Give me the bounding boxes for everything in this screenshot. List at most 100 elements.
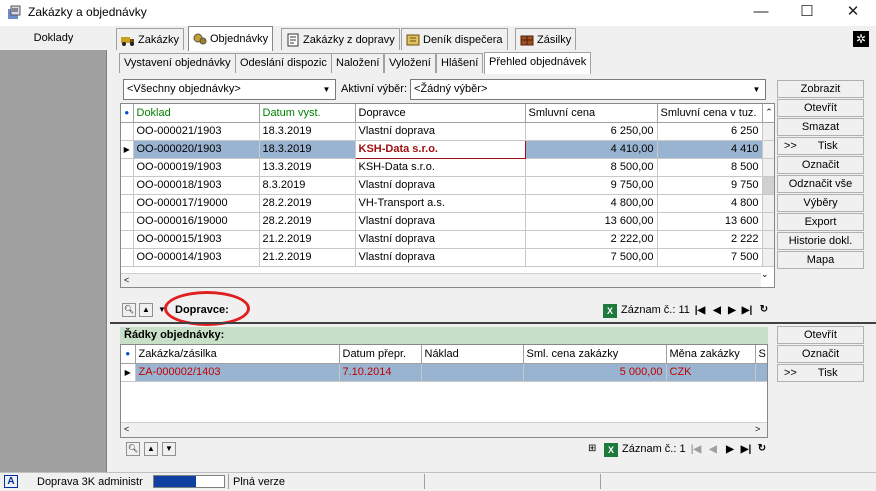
- historie-dokl-button[interactable]: Historie dokl.: [777, 232, 864, 250]
- chevron-down-icon[interactable]: ▼: [319, 81, 334, 98]
- tree-icon[interactable]: ⊞: [588, 443, 596, 454]
- table-row-selected[interactable]: ▶ OO-000020/1903 18.3.2019 KSH-Data s.r.…: [121, 139, 774, 159]
- previous-record-icon[interactable]: ◀: [711, 304, 723, 318]
- col-dopravce[interactable]: Dopravce: [355, 104, 526, 123]
- tisk-button[interactable]: >> Tisk: [777, 137, 864, 155]
- excel-export-icon[interactable]: X: [604, 443, 618, 457]
- oznacit-button[interactable]: Označit: [777, 156, 864, 174]
- sort-up-icon[interactable]: ▲: [144, 442, 158, 456]
- left-panel: [0, 26, 107, 472]
- highlight-circle: [164, 291, 250, 326]
- lines-oznacit-button[interactable]: Označit: [777, 345, 864, 363]
- export-button[interactable]: Export: [777, 213, 864, 231]
- document-icon: [286, 33, 300, 47]
- col-sml-cena-zakazky[interactable]: Sml. cena zakázky: [523, 345, 667, 364]
- sort-up-icon[interactable]: ▲: [139, 303, 153, 317]
- smazat-button[interactable]: Smazat: [777, 118, 864, 136]
- table-row[interactable]: OO-000021/1903 18.3.2019 Vlastní doprava…: [121, 122, 774, 141]
- orders-grid[interactable]: ● Doklad Datum vyst. Dopravce Smluvní ce…: [120, 103, 775, 288]
- otevrit-button[interactable]: Otevřít: [777, 99, 864, 117]
- chevron-down-icon[interactable]: ▼: [749, 81, 764, 98]
- next-record-icon[interactable]: ▶: [724, 443, 736, 457]
- row-indicator-header: ●: [121, 104, 134, 123]
- first-record-icon[interactable]: |◀: [690, 443, 702, 457]
- tab-denik-dispecera[interactable]: Deník dispečera: [401, 28, 508, 50]
- vybery-button[interactable]: Výběry: [777, 194, 864, 212]
- last-record-icon[interactable]: ▶|: [740, 443, 752, 457]
- refresh-icon[interactable]: ↻: [756, 442, 768, 456]
- splitter[interactable]: [110, 322, 876, 324]
- record-number: Záznam č.: 1: [622, 443, 686, 455]
- col-smluvni-cena-tuz[interactable]: Smluvní cena v tuz.: [657, 104, 763, 123]
- close-button[interactable]: ✕: [830, 0, 876, 26]
- scroll-left-icon[interactable]: <: [124, 424, 129, 434]
- excel-export-icon[interactable]: X: [603, 304, 617, 318]
- expand-prefix: >>: [784, 140, 797, 152]
- col-datum-prepr[interactable]: Datum přepr.: [339, 345, 422, 364]
- odznacit-vse-button[interactable]: Odznačit vše: [777, 175, 864, 193]
- subtab-vystaveni-objednavky[interactable]: Vystavení objednávky: [119, 53, 236, 73]
- first-record-icon[interactable]: |◀: [694, 304, 706, 318]
- table-row[interactable]: OO-000017/19000 28.2.2019 VH-Transport a…: [121, 194, 774, 213]
- record-number: Záznam č.: 11: [621, 304, 690, 316]
- col-zakazka[interactable]: Zakázka/zásilka: [135, 345, 340, 364]
- last-record-icon[interactable]: ▶|: [741, 304, 753, 318]
- window-title: Zakázky a objednávky: [28, 5, 147, 19]
- col-datum-vyst[interactable]: Datum vyst.: [259, 104, 356, 123]
- refresh-icon[interactable]: ↻: [758, 303, 770, 317]
- settings-icon[interactable]: ✲: [853, 31, 869, 47]
- active-selection-label: Aktivní výběr:: [341, 83, 408, 95]
- sort-down-icon[interactable]: ▼: [162, 442, 176, 456]
- search-icon[interactable]: 🔍︎: [126, 442, 140, 456]
- tab-objednavky[interactable]: Objednávky: [188, 26, 274, 51]
- current-row-icon: ▶: [121, 363, 136, 382]
- mapa-button[interactable]: Mapa: [777, 251, 864, 269]
- tab-zakazky-z-dopravy[interactable]: Zakázky z dopravy: [281, 28, 400, 50]
- horizontal-scrollbar[interactable]: < >: [121, 422, 767, 437]
- order-lines-title: Řádky objednávky:: [120, 327, 768, 344]
- journal-icon: [406, 33, 420, 47]
- table-row[interactable]: OO-000018/1903 8.3.2019 Vlastní doprava …: [121, 176, 774, 195]
- col-mena-zakazky[interactable]: Měna zakázky: [666, 345, 756, 364]
- subtab-vylozeni[interactable]: Vyložení: [384, 53, 436, 73]
- col-doklad[interactable]: Doklad: [133, 104, 260, 123]
- zobrazit-button[interactable]: Zobrazit: [777, 80, 864, 98]
- subtab-hlaseni[interactable]: Hlášení: [436, 53, 484, 73]
- current-row-icon: ▶: [121, 140, 134, 159]
- col-naklad[interactable]: Náklad: [421, 345, 524, 364]
- table-row[interactable]: OO-000016/19000 28.2.2019 Vlastní doprav…: [121, 212, 774, 231]
- tab-zakazky[interactable]: Zakázky: [116, 28, 184, 50]
- scroll-down-icon[interactable]: ⌄: [761, 269, 769, 280]
- app-icon: [6, 5, 22, 21]
- truck-icon: [121, 33, 135, 47]
- gears-icon: [193, 32, 207, 46]
- active-selection-select[interactable]: <Žádný výběr> ▼: [410, 79, 766, 100]
- previous-record-icon[interactable]: ◀: [707, 443, 719, 457]
- lines-tisk-button[interactable]: >> Tisk: [777, 364, 864, 382]
- tab-zasilky[interactable]: Zásilky: [515, 28, 577, 50]
- order-lines-grid[interactable]: ● Zakázka/zásilka Datum přepr. Náklad Sm…: [120, 344, 768, 438]
- minimize-button[interactable]: —: [738, 0, 784, 26]
- table-row[interactable]: OO-000014/1903 21.2.2019 Vlastní doprava…: [121, 248, 774, 267]
- order-filter-select[interactable]: <Všechny objednávky> ▼: [123, 79, 336, 100]
- maximize-button[interactable]: ☐: [784, 0, 830, 26]
- scroll-left-icon[interactable]: <: [124, 275, 129, 285]
- scroll-up-icon[interactable]: ⌃: [762, 104, 774, 123]
- doklady-label[interactable]: Doklady: [0, 26, 107, 50]
- package-icon: [520, 33, 534, 47]
- lines-otevrit-button[interactable]: Otevřít: [777, 326, 864, 344]
- scroll-right-icon[interactable]: >: [755, 424, 760, 434]
- status-app-name: Doprava 3K administr: [37, 476, 143, 488]
- subtab-odeslani-dispozic[interactable]: Odeslání dispozic: [235, 53, 332, 73]
- subtab-nalozeni[interactable]: Naložení: [331, 53, 385, 73]
- subtab-prehled-objednavek[interactable]: Přehled objednávek: [484, 52, 592, 74]
- table-row[interactable]: OO-000015/1903 21.2.2019 Vlastní doprava…: [121, 230, 774, 249]
- table-row[interactable]: OO-000019/1903 13.3.2019 KSH-Data s.r.o.…: [121, 158, 774, 177]
- next-record-icon[interactable]: ▶: [726, 304, 738, 318]
- col-s[interactable]: S: [755, 345, 767, 364]
- col-smluvni-cena[interactable]: Smluvní cena: [525, 104, 658, 123]
- status-progress-fill: [154, 476, 196, 487]
- search-icon[interactable]: 🔍︎: [122, 303, 136, 317]
- horizontal-scrollbar[interactable]: <: [121, 273, 761, 287]
- table-row-selected[interactable]: ▶ ZA-000002/1403 7.10.2014 5 000,00 CZK: [121, 363, 767, 382]
